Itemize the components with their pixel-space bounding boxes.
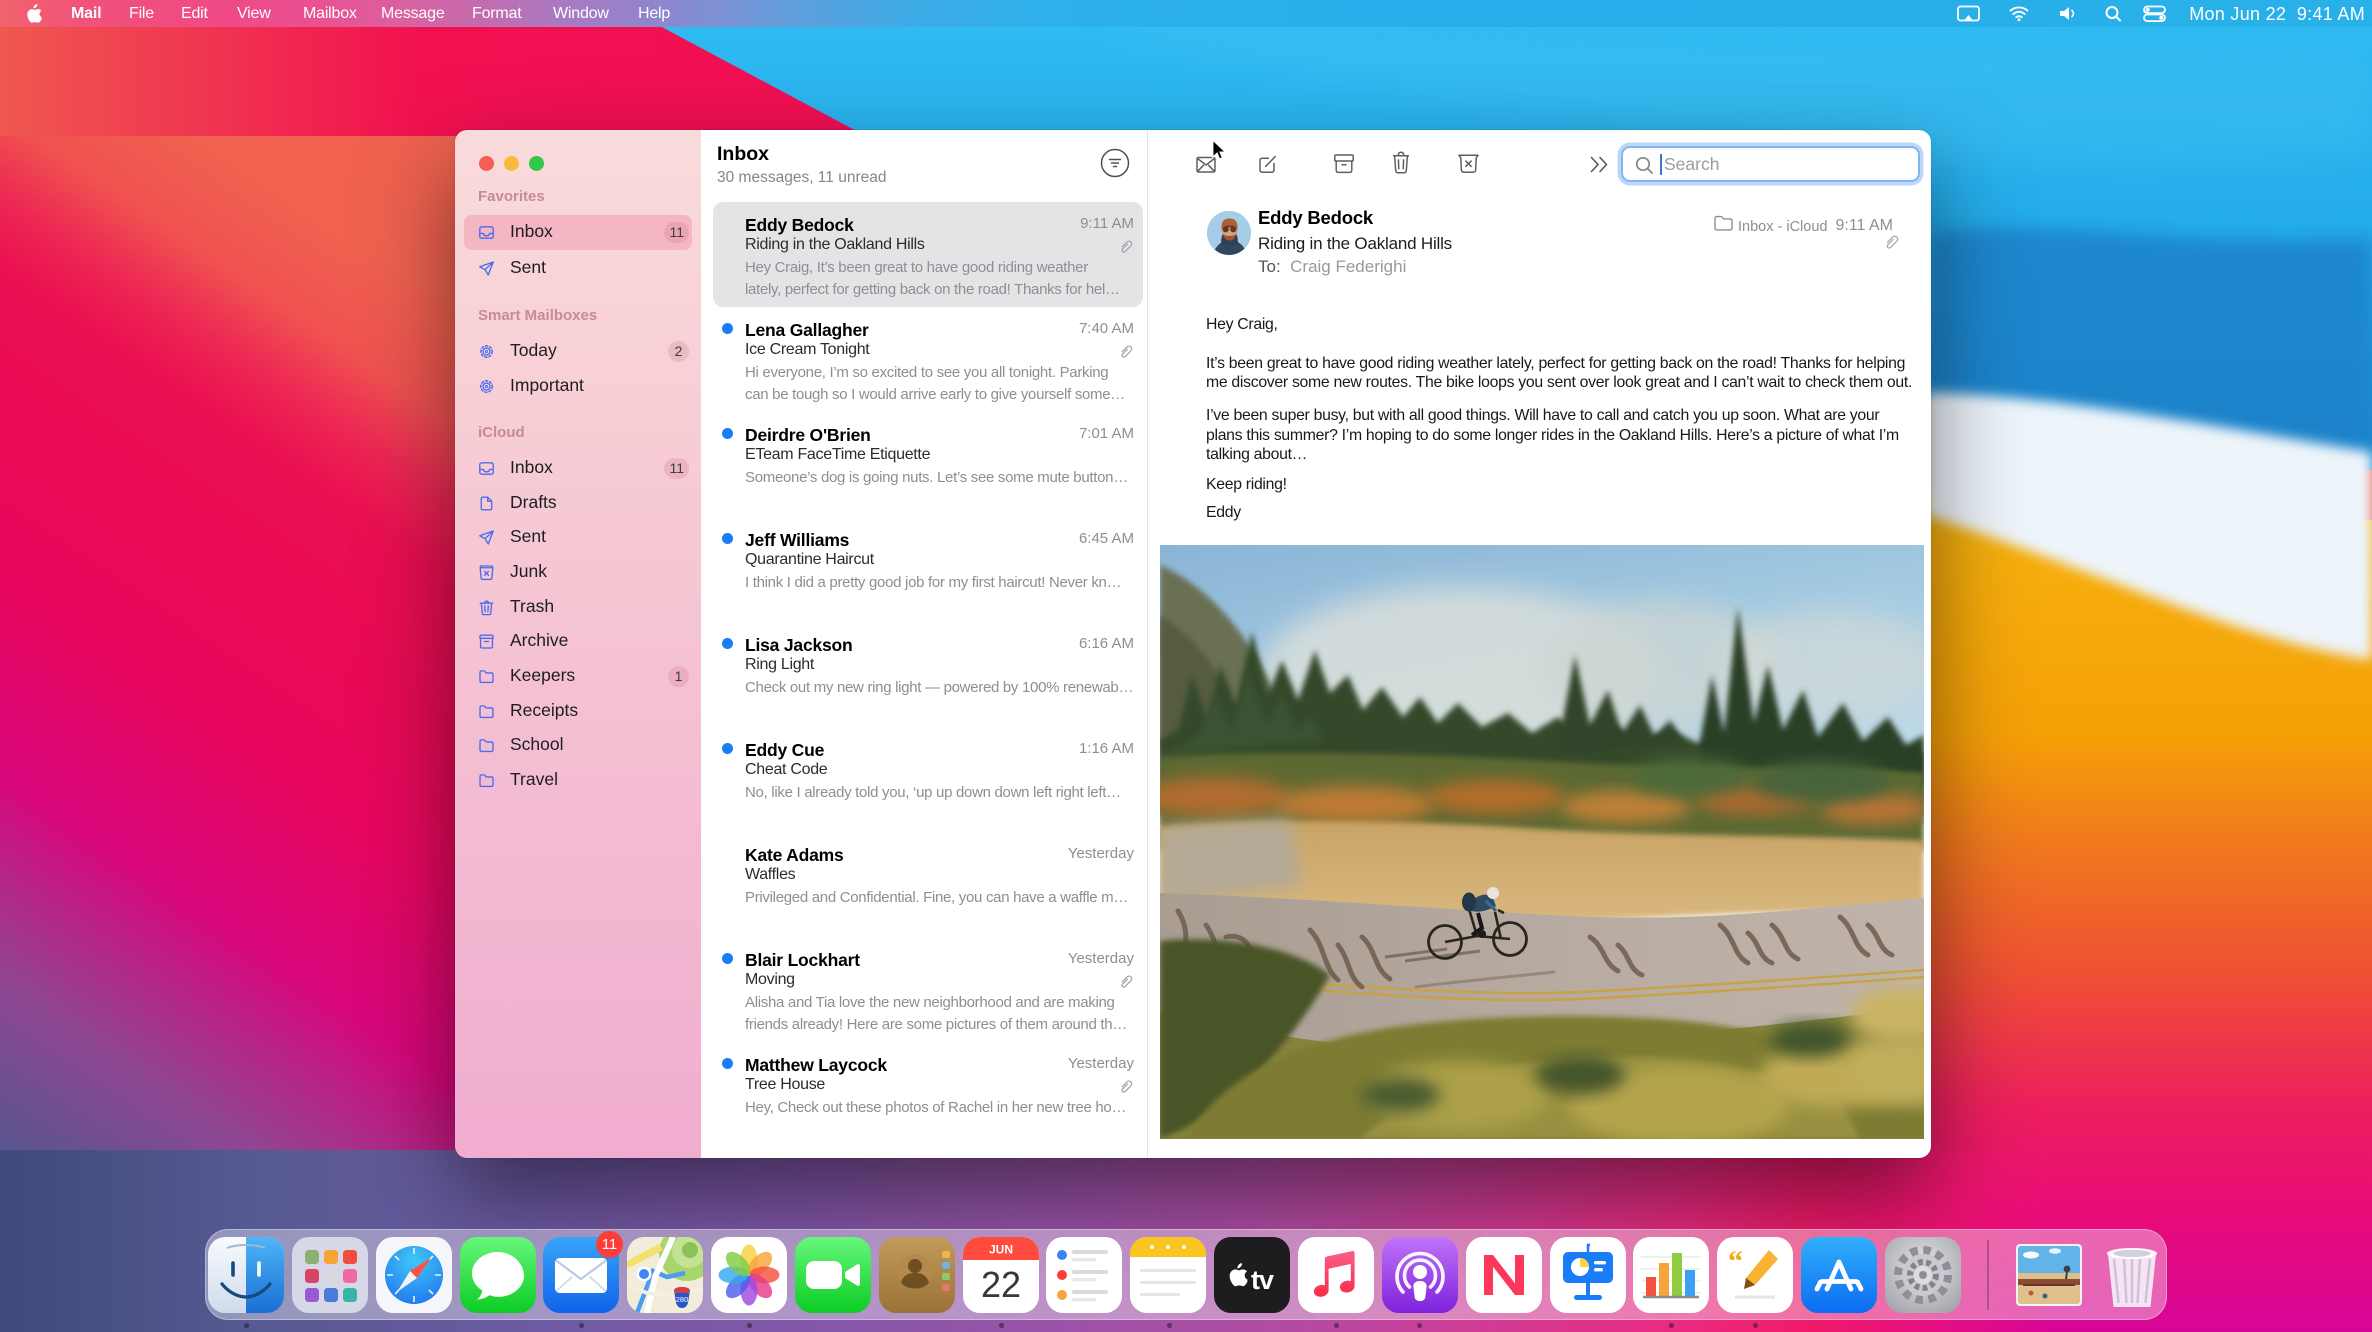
svg-text:JUN: JUN: [989, 1243, 1013, 1257]
svg-text:22: 22: [981, 1264, 1021, 1305]
svg-text:tv: tv: [1251, 1265, 1274, 1295]
svg-text:“: “: [1728, 1245, 1743, 1278]
svg-text:280: 280: [676, 1295, 689, 1304]
